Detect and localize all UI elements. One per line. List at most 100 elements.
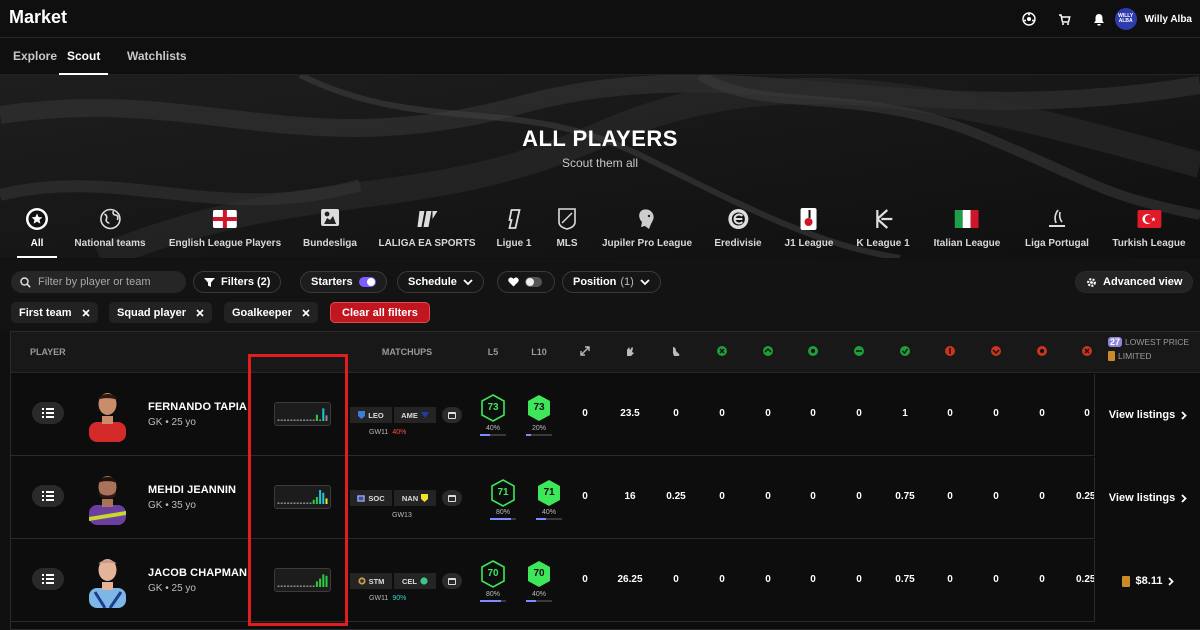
filters-button[interactable]: Filters (2) <box>193 271 282 293</box>
view-listings-button[interactable]: View listings <box>1094 374 1200 456</box>
starters-toggle[interactable]: Starters <box>300 271 387 293</box>
matchup[interactable]: SOC NAN <box>350 490 436 506</box>
favorites-toggle[interactable] <box>497 271 555 293</box>
table-row[interactable]: MEHDI JEANNIN GK • 35 yo SOC NAN GW13 71… <box>11 457 1200 539</box>
category-laliga[interactable]: LALIGA EA SPORTS <box>378 200 476 258</box>
view-listings-button[interactable]: View listings <box>1094 457 1200 539</box>
calendar-button[interactable] <box>442 573 462 589</box>
away-team-code: CEL <box>402 576 417 586</box>
score-history-sparkline[interactable] <box>274 402 331 426</box>
red-stat-4-icon[interactable] <box>1081 345 1093 357</box>
green-stat-5-icon[interactable] <box>899 345 911 357</box>
category-jupiler-pro-league[interactable]: Jupiler Pro League <box>602 200 692 258</box>
filter-chip-squad-player[interactable]: Squad player <box>109 302 213 323</box>
gameweek: GW13 <box>392 512 412 519</box>
bell-icon[interactable] <box>1093 13 1105 26</box>
advanced-view-button[interactable]: Advanced view <box>1075 271 1194 293</box>
team-crest-icon <box>357 577 366 585</box>
red-stat-3-icon[interactable] <box>1036 345 1048 357</box>
home-team-code: STM <box>368 576 385 586</box>
category-english-league[interactable]: English League Players <box>169 200 281 258</box>
stat-cell: 0.25 <box>1076 574 1096 585</box>
header-l10[interactable]: L10 <box>531 332 547 373</box>
schedule-dropdown[interactable]: Schedule <box>397 271 484 293</box>
score-history-sparkline[interactable] <box>274 485 331 509</box>
category-mls[interactable]: MLS <box>554 200 580 258</box>
cart-icon[interactable] <box>1058 13 1071 26</box>
glove-icon[interactable] <box>624 345 636 357</box>
home-team: LEO <box>350 407 392 423</box>
green-stat-2-icon[interactable] <box>762 345 774 357</box>
position-label: Position <box>573 276 617 288</box>
filter-chip-first-team[interactable]: First team <box>11 302 98 323</box>
sparkline-bar <box>283 419 286 421</box>
category-liga-portugal[interactable]: Liga Portugal <box>1025 200 1089 258</box>
row-menu-button[interactable] <box>32 485 64 507</box>
matchup[interactable]: STM CEL <box>350 573 436 589</box>
category-bundesliga[interactable]: Bundesliga <box>303 200 357 258</box>
foot-icon[interactable] <box>670 345 682 357</box>
player-name[interactable]: MEHDI JEANNIN <box>148 484 236 496</box>
category-all[interactable]: All <box>17 200 57 258</box>
close-icon[interactable] <box>196 308 204 317</box>
favorites-switch[interactable] <box>525 277 542 287</box>
soccer-ball-icon[interactable] <box>1021 12 1036 26</box>
tab-scout[interactable]: Scout <box>59 38 109 75</box>
calendar-button[interactable] <box>442 407 462 423</box>
stat-cell: 0.25 <box>666 491 686 502</box>
user-menu[interactable]: WILLY ALBA Willy Alba <box>1114 8 1192 30</box>
tab-explore[interactable]: Explore <box>13 38 57 75</box>
player-name[interactable]: JACOB CHAPMAN <box>148 567 247 579</box>
table-row[interactable]: FERNANDO TAPIA GK • 25 yo LEO AME GW11 40… <box>11 374 1200 456</box>
sparkline-bar <box>280 502 283 504</box>
tab-watchlists[interactable]: Watchlists <box>127 38 187 75</box>
category-turkish-league[interactable]: Turkish League <box>1112 200 1186 258</box>
category-italian-league[interactable]: Italian League <box>934 200 1000 258</box>
matchup[interactable]: LEO AME <box>350 407 436 423</box>
app-title: Market <box>9 7 68 27</box>
l10-progress-bar <box>526 434 552 436</box>
category-national-teams[interactable]: National teams <box>74 200 146 258</box>
green-stat-3-icon[interactable] <box>807 345 819 357</box>
close-icon[interactable] <box>82 308 90 317</box>
row-menu-button[interactable] <box>32 568 64 590</box>
filter-chip-goalkeeper[interactable]: Goalkeeper <box>224 302 318 323</box>
category-k-league-1[interactable]: K League 1 <box>856 200 910 258</box>
l5-score: 70 <box>487 568 499 579</box>
row-menu-button[interactable] <box>32 402 64 424</box>
header-l5[interactable]: L5 <box>488 332 499 373</box>
clear-all-filters-button[interactable]: Clear all filters <box>330 302 430 323</box>
green-stat-1-icon[interactable] <box>716 345 728 357</box>
calendar-button[interactable] <box>442 490 462 506</box>
category-eredivisie[interactable]: Eredivisie <box>714 200 762 258</box>
lowest-price-header[interactable]: 27 LOWEST PRICE LIMITED <box>1108 337 1200 361</box>
stat-cell: 0 <box>765 491 771 502</box>
header-player[interactable]: PLAYER <box>30 332 66 373</box>
sparkline-bar <box>303 419 306 421</box>
red-stat-2-icon[interactable] <box>990 345 1002 357</box>
stat-cell: 0 <box>810 408 816 419</box>
player-name[interactable]: FERNANDO TAPIA <box>148 401 247 413</box>
score-history-sparkline[interactable] <box>274 568 331 592</box>
list-icon <box>42 408 54 418</box>
table-row[interactable]: JACOB CHAPMAN GK • 25 yo STM CEL GW11 90%… <box>11 540 1200 622</box>
arrows-icon[interactable] <box>579 345 591 357</box>
sparkline-bar <box>312 499 315 504</box>
category-ligue-1[interactable]: Ligue 1 <box>496 200 532 258</box>
category-j1-league[interactable]: J1 League <box>785 200 833 258</box>
red-stat-1-icon[interactable] <box>944 345 956 357</box>
search-input[interactable]: Filter by player or team <box>11 271 186 293</box>
stat-cell: 0 <box>810 491 816 502</box>
away-team-code: AME <box>401 410 418 420</box>
close-icon[interactable] <box>302 308 310 317</box>
green-stat-4-icon[interactable] <box>853 345 865 357</box>
starters-switch[interactable] <box>358 277 376 287</box>
user-name: Willy Alba <box>1144 13 1192 25</box>
bundesliga-logo-icon <box>317 206 343 232</box>
lowest-price-button[interactable]: $8.11 <box>1094 540 1200 622</box>
jupiler-lion-icon <box>634 206 660 232</box>
header-matchups[interactable]: MATCHUPS <box>382 332 432 373</box>
position-dropdown[interactable]: Position (1) <box>562 271 661 293</box>
italy-flag-icon <box>954 206 980 232</box>
lowest-price-label: LOWEST PRICE <box>1125 337 1190 347</box>
